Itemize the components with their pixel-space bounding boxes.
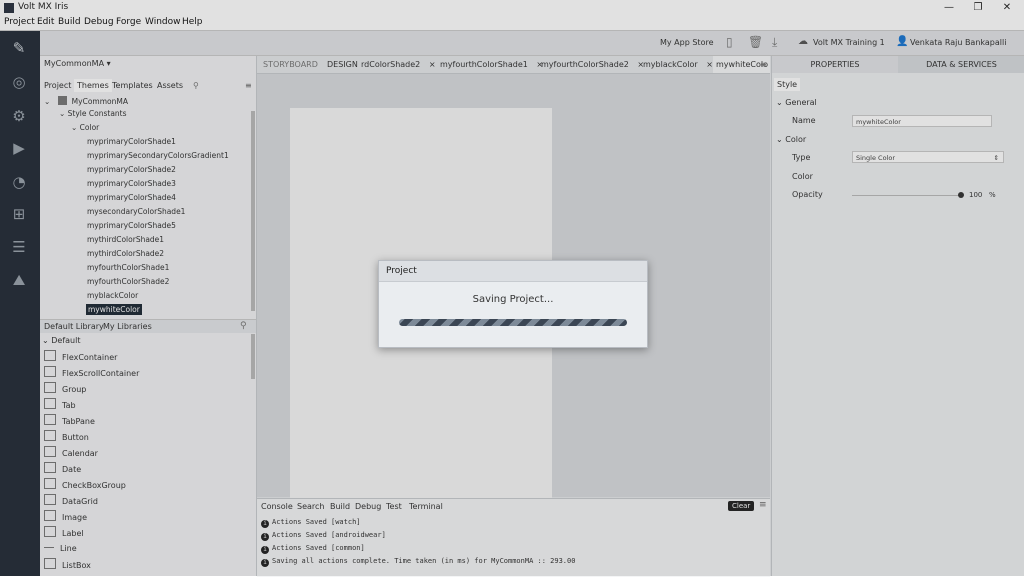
dialog-header: Project <box>379 261 647 282</box>
dialog-message: Saving Project... <box>472 294 554 305</box>
progress-bar <box>399 319 627 326</box>
dialog-title: Project <box>386 266 417 276</box>
saving-dialog: Project Saving Project... <box>378 260 648 348</box>
